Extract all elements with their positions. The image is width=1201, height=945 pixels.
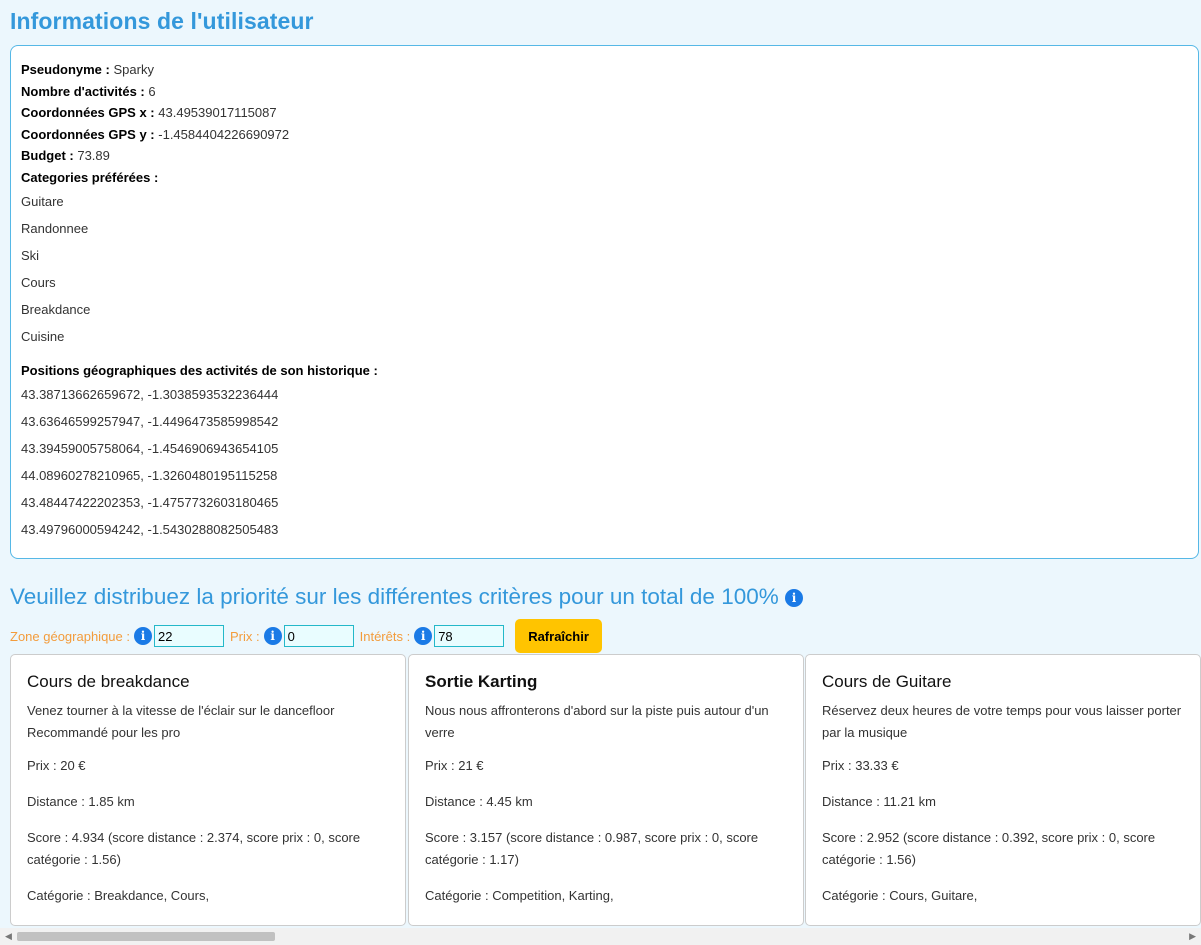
card-title: Cours de Guitare: [822, 672, 952, 691]
card-price: Prix : 21 €: [425, 758, 484, 773]
info-icon[interactable]: i: [414, 627, 433, 645]
field-label: Coordonnées GPS y :: [21, 126, 155, 142]
field-budget: Budget : 73.89: [21, 145, 1198, 167]
field-value: -1.4584404226690972: [158, 126, 290, 142]
card-category: Catégorie : Cours, Guitare,: [822, 888, 978, 903]
history-position: 43.49796000594242, -1.5430288082505483: [21, 522, 279, 537]
field-label: Budget :: [21, 148, 74, 163]
prix-input[interactable]: [283, 625, 354, 647]
history-position: 43.39459005758064, -1.4546906943654105: [21, 441, 279, 456]
arrow-left-icon[interactable]: ◀: [5, 931, 12, 942]
zone-input[interactable]: [153, 625, 224, 647]
info-icon[interactable]: i: [263, 627, 282, 645]
category-item: Breakdance: [21, 302, 91, 317]
user-info-panel: Pseudonyme : Sparky Nombre d'activités :…: [10, 45, 1199, 559]
activity-cards: Cours de breakdance Venez tourner à la v…: [10, 654, 1201, 928]
page: Informations de l'utilisateur Pseudonyme…: [0, 0, 1201, 928]
category-item: Ski: [21, 248, 40, 263]
category-item: Guitare: [21, 194, 64, 209]
priority-title: Veuillez distribuez la priorité sur les …: [10, 584, 804, 610]
card-category: Catégorie : Breakdance, Cours,: [27, 888, 210, 903]
field-value: 6: [148, 83, 156, 99]
zone-label: Zone géographique :: [10, 628, 130, 644]
card-description: Réservez deux heures de votre temps pour…: [822, 703, 1182, 740]
user-info-title: Informations de l'utilisateur: [10, 8, 314, 34]
field-value: 43.49539017115087: [158, 105, 277, 120]
arrow-right-icon[interactable]: ▶: [1189, 931, 1196, 942]
field-label: Coordonnées GPS x :: [21, 105, 155, 120]
card-score: Score : 3.157 (score distance : 0.987, s…: [425, 830, 759, 867]
category-item: Cuisine: [21, 329, 65, 344]
card-score: Score : 4.934 (score distance : 2.374, s…: [27, 830, 361, 867]
field-pseudonyme: Pseudonyme : Sparky: [21, 59, 1198, 81]
card-price: Prix : 20 €: [27, 758, 86, 773]
category-item: Randonnee: [21, 221, 89, 236]
priority-title-text: Veuillez distribuez la priorité sur les …: [10, 584, 779, 609]
history-position: 43.63646599257947, -1.4496473585998542: [21, 414, 279, 429]
refresh-button[interactable]: Rafraîchir: [515, 619, 602, 653]
card-category: Catégorie : Competition, Karting,: [425, 888, 614, 903]
interets-input[interactable]: [434, 625, 505, 647]
card-distance: Distance : 11.21 km: [822, 794, 936, 809]
prix-label: Prix :: [229, 628, 260, 644]
scrollbar-thumb[interactable]: [17, 932, 275, 941]
card-score: Score : 2.952 (score distance : 0.392, s…: [822, 830, 1156, 867]
field-gps-x: Coordonnées GPS x : 43.49539017115087: [21, 102, 1198, 124]
history-position: 43.48447422202353, -1.4757732603180465: [21, 495, 279, 510]
field-value: Sparky: [113, 62, 154, 77]
card-description: Nous nous affronterons d'abord sur la pi…: [425, 703, 769, 740]
field-label: Nombre d'activités :: [21, 83, 145, 99]
card-title: Cours de breakdance: [27, 672, 190, 691]
info-icon[interactable]: i: [785, 589, 804, 608]
field-label: Pseudonyme :: [21, 62, 110, 77]
history-position: 44.08960278210965, -1.3260480195115258: [21, 468, 278, 483]
card-distance: Distance : 4.45 km: [425, 794, 533, 809]
category-item: Cours: [21, 275, 56, 290]
card-distance: Distance : 1.85 km: [27, 794, 135, 809]
card-description: Venez tourner à la vitesse de l'éclair s…: [27, 703, 335, 740]
interets-label: Intérêts :: [359, 628, 411, 644]
categories-heading: Categories préférées :: [21, 169, 159, 185]
field-gps-y: Coordonnées GPS y : -1.4584404226690972: [21, 124, 1198, 146]
history-position: 43.38713662659672, -1.3038593532236444: [21, 387, 279, 402]
field-nombre-activites: Nombre d'activités : 6: [21, 81, 1198, 103]
activity-card[interactable]: Cours de breakdance Venez tourner à la v…: [10, 654, 406, 926]
activity-card[interactable]: Sortie Karting Nous nous affronterons d'…: [408, 654, 804, 926]
info-icon[interactable]: i: [133, 627, 152, 645]
history-heading: Positions géographiques des activités de…: [21, 363, 378, 378]
horizontal-scrollbar[interactable]: ◀ ▶: [0, 928, 1201, 945]
field-value: 73.89: [77, 148, 110, 163]
card-price: Prix : 33.33 €: [822, 758, 899, 773]
card-title: Sortie Karting: [425, 672, 538, 691]
activity-card[interactable]: Cours de Guitare Réservez deux heures de…: [805, 654, 1201, 926]
priority-controls: Zone géographique : i Prix : i Intérêts …: [10, 619, 602, 653]
